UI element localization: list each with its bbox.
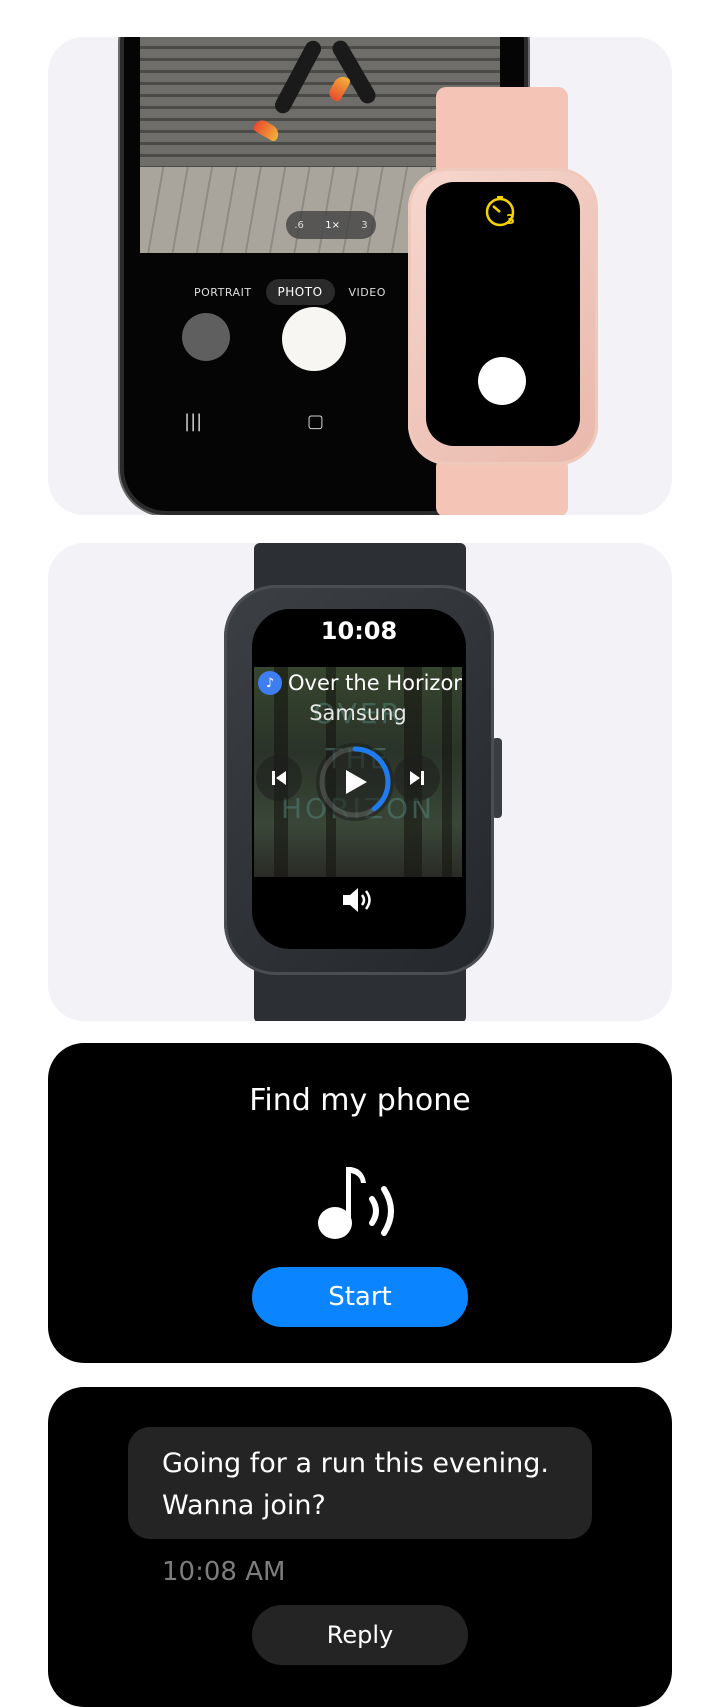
watch-camera-screen: 3 xyxy=(426,182,580,446)
camera-remote-card: .6 1× 3 PORTRAIT PHOTO VIDEO ||| ▢ ❮ 3 xyxy=(48,37,672,515)
now-playing-header: ♪ Over the Horizon xyxy=(258,671,462,695)
black-watch-device: 10:08 OVER THE HORIZON ♪ Over the Horizo… xyxy=(224,585,494,975)
phone-shutter-button[interactable] xyxy=(282,307,346,371)
reply-button[interactable]: Reply xyxy=(252,1605,468,1665)
zoom-option-active[interactable]: 1× xyxy=(320,213,345,237)
find-my-phone-card: Find my phone Start xyxy=(48,1043,672,1363)
watch-shutter-button[interactable] xyxy=(478,357,526,405)
watch-strap-bottom xyxy=(436,457,568,515)
message-bubble: Going for a run this evening. Wanna join… xyxy=(128,1427,592,1539)
music-note-icon: ♪ xyxy=(258,671,282,695)
find-phone-title: Find my phone xyxy=(249,1083,471,1118)
watch-clock: 10:08 xyxy=(320,617,398,645)
zoom-option[interactable]: 3 xyxy=(361,220,367,231)
artist-name: Samsung xyxy=(309,701,407,725)
song-title: Over the Horizon xyxy=(288,671,462,695)
pink-watch-device: 3 xyxy=(408,168,598,465)
zoom-selector: .6 1× 3 xyxy=(286,211,376,239)
start-button[interactable]: Start xyxy=(252,1267,468,1327)
message-timestamp: 10:08 AM xyxy=(162,1557,286,1587)
gallery-thumbnail[interactable] xyxy=(182,313,230,361)
watch-strap-top xyxy=(436,87,568,177)
mode-video[interactable]: VIDEO xyxy=(349,286,386,299)
mode-portrait[interactable]: PORTRAIT xyxy=(194,286,252,299)
volume-icon[interactable] xyxy=(340,885,378,915)
previous-track-button[interactable] xyxy=(256,755,302,801)
watch-music-screen: 10:08 OVER THE HORIZON ♪ Over the Horizo… xyxy=(252,609,466,949)
message-text: Going for a run this evening. Wanna join… xyxy=(162,1448,550,1521)
skip-previous-icon xyxy=(272,771,286,785)
play-icon xyxy=(346,770,367,794)
album-art: OVER THE HORIZON ♪ Over the Horizon Sams… xyxy=(254,667,462,877)
ringing-music-note-icon xyxy=(318,1167,394,1239)
timer-icon[interactable]: 3 xyxy=(484,194,518,228)
recents-icon[interactable]: ||| xyxy=(184,411,202,432)
play-button[interactable] xyxy=(316,743,394,821)
timer-value: 3 xyxy=(506,213,515,228)
next-track-button[interactable] xyxy=(394,755,440,801)
music-control-card: 10:08 OVER THE HORIZON ♪ Over the Horizo… xyxy=(48,543,672,1021)
android-nav-bar: ||| ▢ ❮ xyxy=(184,411,444,432)
zoom-option[interactable]: .6 xyxy=(294,220,304,231)
message-notification-card: Going for a run this evening. Wanna join… xyxy=(48,1387,672,1707)
skip-next-icon xyxy=(410,771,424,785)
mode-photo[interactable]: PHOTO xyxy=(265,279,335,305)
home-icon[interactable]: ▢ xyxy=(307,411,324,432)
